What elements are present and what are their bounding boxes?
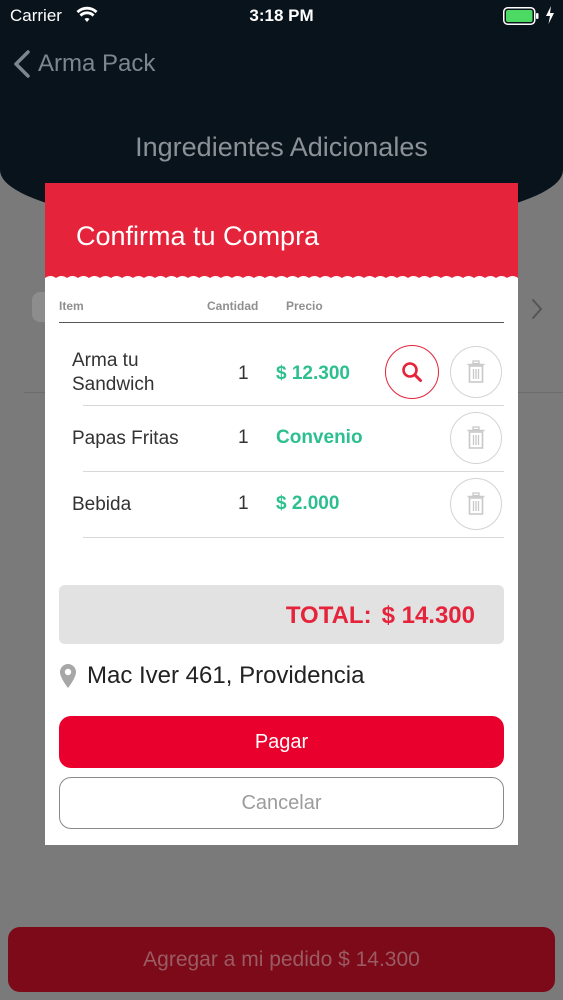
- header-divider: [59, 322, 504, 323]
- add-to-order-button[interactable]: Agregar a mi pedido $ 14.300: [8, 927, 555, 992]
- trash-icon: [467, 492, 485, 515]
- total-value: $ 14.300: [381, 602, 475, 629]
- row-item-name: Bebida: [72, 494, 132, 515]
- wave-edge: [45, 276, 518, 285]
- row-quantity: 1: [238, 493, 249, 514]
- row-price: $ 12.300: [276, 363, 350, 384]
- row-item-name: Arma tu Sandwich: [72, 349, 154, 397]
- order-row: Papas Fritas 1 Convenio: [45, 406, 518, 472]
- row-item-name-line1: Arma tu: [72, 350, 139, 371]
- modal-header: Confirma tu Compra: [45, 183, 518, 283]
- view-details-button[interactable]: [385, 345, 439, 399]
- row-divider: [83, 537, 504, 538]
- row-quantity: 1: [238, 427, 249, 448]
- confirm-purchase-modal: Confirma tu Compra Item Cantidad Precio …: [45, 183, 518, 845]
- back-chevron-icon: [14, 50, 30, 78]
- delete-button[interactable]: [450, 478, 502, 530]
- total-text: TOTAL: $ 14.300: [276, 602, 475, 630]
- order-row: Arma tu Sandwich 1 $ 12.300: [45, 340, 518, 406]
- delete-button[interactable]: [450, 346, 502, 398]
- row-price: Convenio: [276, 427, 363, 448]
- back-label: Arma Pack: [38, 50, 156, 77]
- battery-icon: [503, 7, 539, 25]
- row-item-name-line2: Sandwich: [72, 374, 155, 395]
- column-header-price: Precio: [286, 299, 323, 313]
- status-bar: Carrier 3:18 PM: [0, 0, 563, 32]
- cancel-button[interactable]: Cancelar: [59, 777, 504, 829]
- modal-title: Confirma tu Compra: [76, 221, 320, 251]
- order-row: Bebida 1 $ 2.000: [45, 472, 518, 538]
- column-header-item: Item: [59, 299, 84, 313]
- row-quantity: 1: [238, 363, 249, 384]
- back-button[interactable]: Arma Pack: [12, 46, 155, 82]
- clock: 3:18 PM: [249, 6, 314, 25]
- delivery-address: Mac Iver 461, Providencia: [59, 660, 364, 692]
- row-item-name: Papas Fritas: [72, 428, 179, 449]
- trash-icon: [467, 426, 485, 449]
- address-text: Mac Iver 461, Providencia: [87, 662, 365, 689]
- column-header-quantity: Cantidad: [207, 299, 259, 313]
- total-label: TOTAL:: [285, 602, 372, 629]
- search-icon: [402, 362, 422, 382]
- section-title: Ingredientes Adicionales: [135, 132, 428, 162]
- location-pin-icon: [60, 664, 76, 688]
- chevron-right-icon: [532, 299, 543, 319]
- pay-button[interactable]: Pagar: [59, 716, 504, 768]
- charging-bolt-icon: [546, 6, 554, 24]
- delete-button[interactable]: [450, 412, 502, 464]
- total-box: TOTAL: $ 14.300: [59, 585, 504, 644]
- trash-icon: [467, 360, 485, 383]
- row-price: $ 2.000: [276, 493, 340, 514]
